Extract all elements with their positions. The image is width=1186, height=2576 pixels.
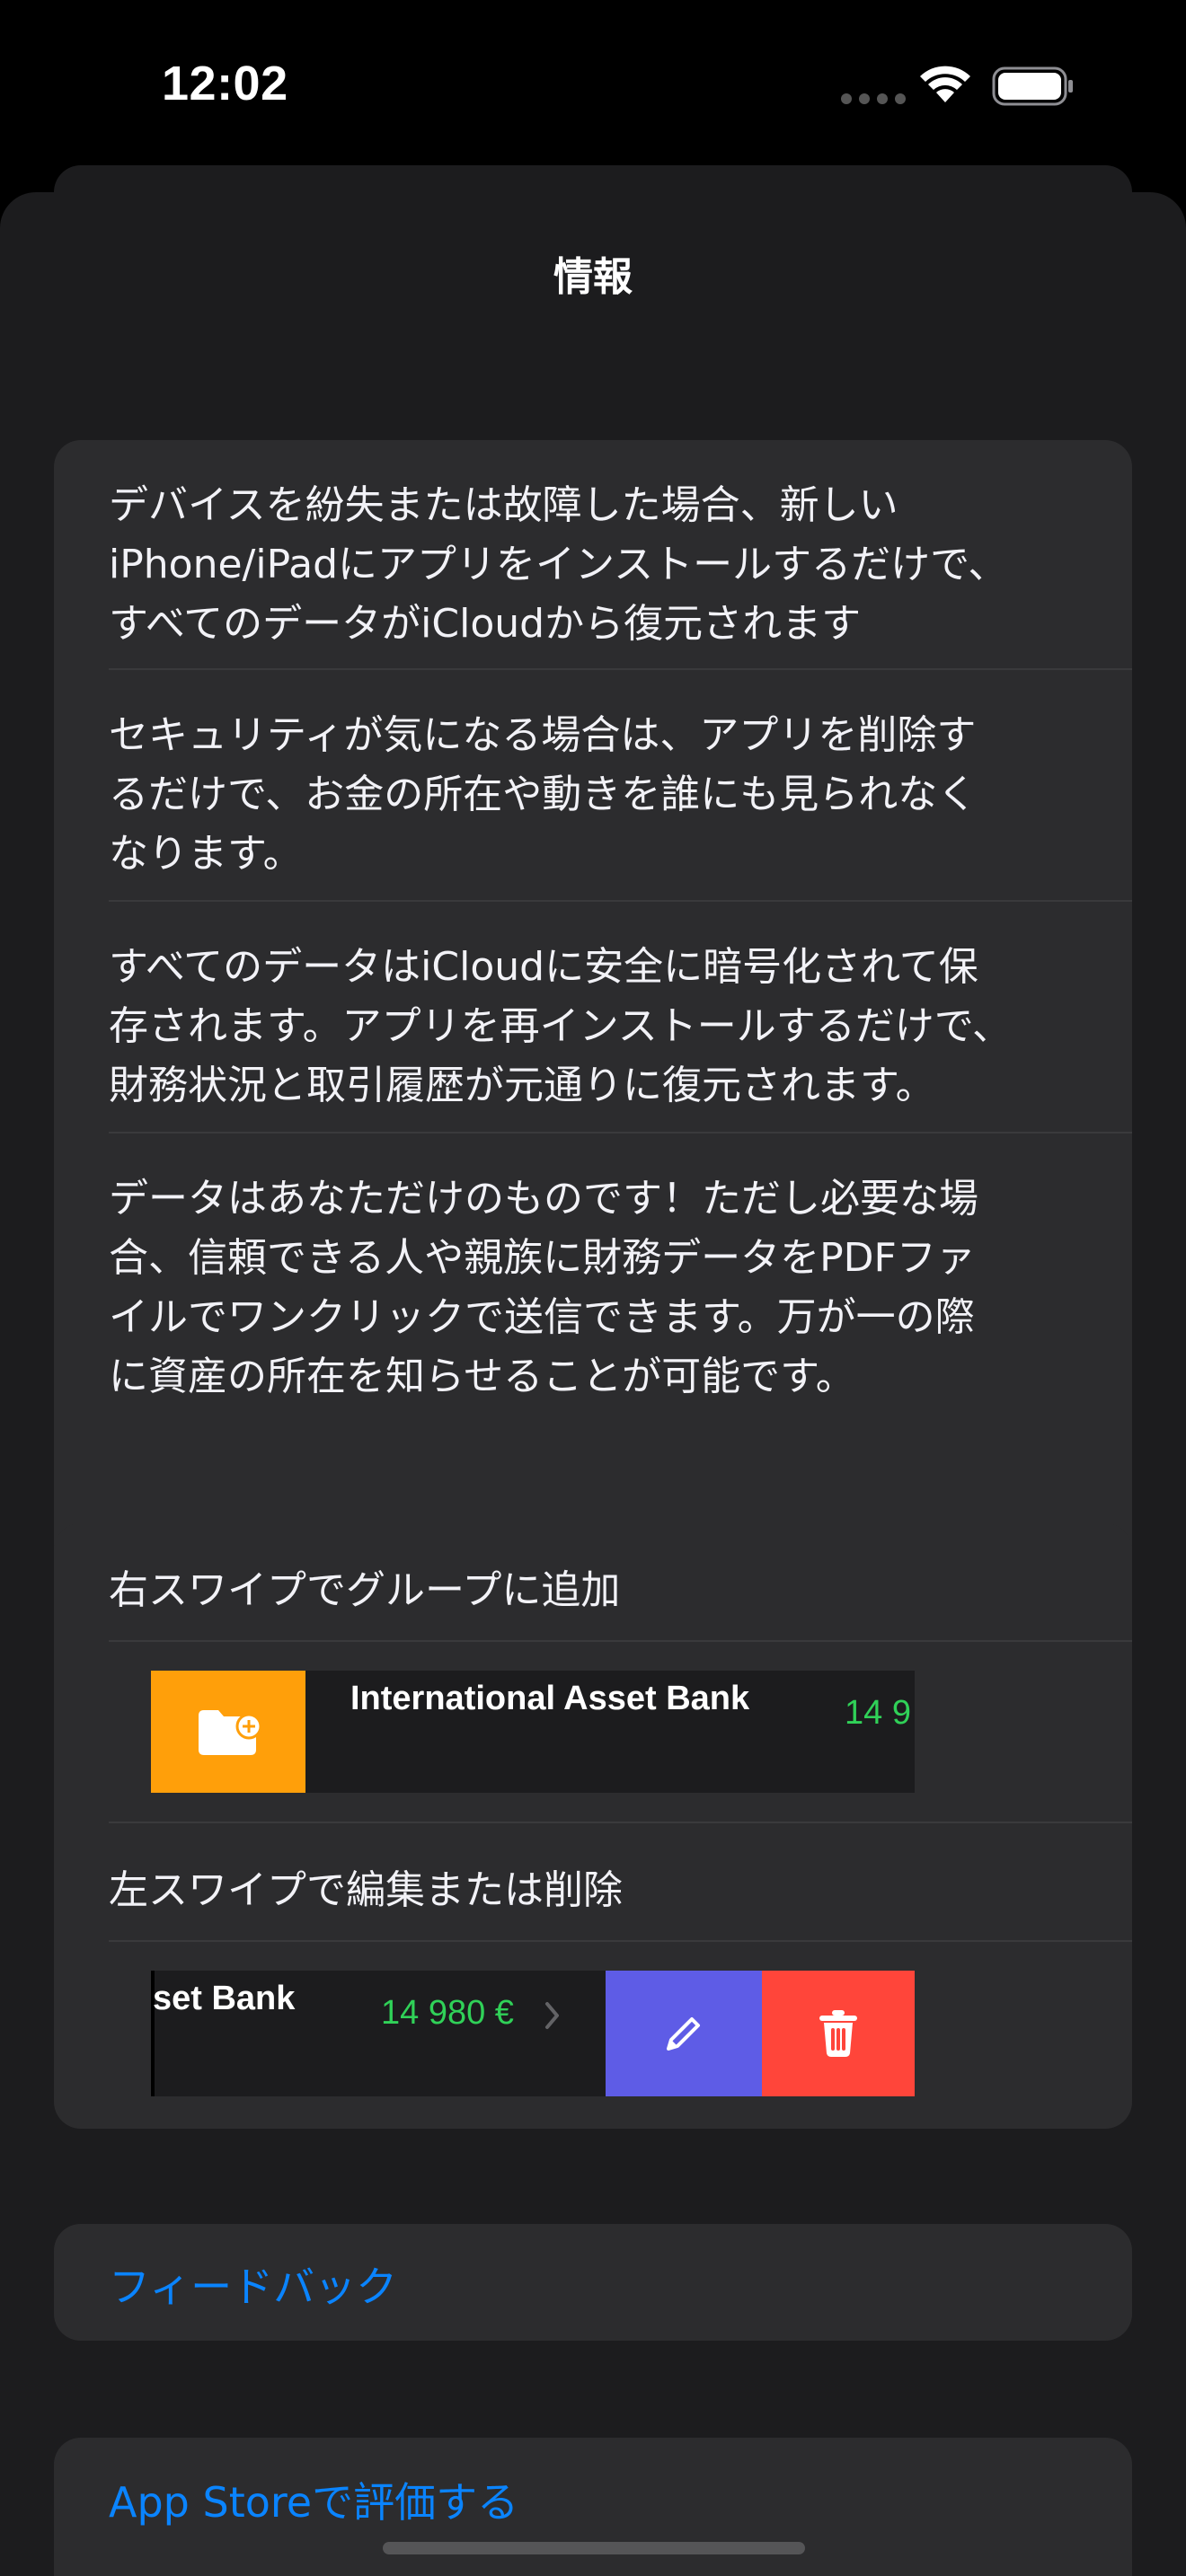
info-line: 合、信頼できる人や親族に財務データをPDFファ bbox=[109, 1235, 976, 1281]
info-line: セキュリティが気になる場合は、アプリを削除す bbox=[109, 712, 977, 758]
swipe-left-label: 左スワイプで編集または削除 bbox=[109, 1867, 623, 1913]
page-title: 情報 bbox=[553, 254, 633, 300]
divider bbox=[109, 900, 1132, 902]
trash-icon bbox=[819, 2010, 857, 2057]
divider bbox=[109, 1132, 1132, 1134]
account-amount: 14 980 € bbox=[381, 1994, 514, 2032]
bank-name: set Bank bbox=[153, 1980, 296, 2017]
battery-icon bbox=[992, 66, 1073, 106]
account-amount: 14 9 bbox=[845, 1694, 911, 1732]
info-item-security: セキュリティが気になる場合は、アプリを削除す るだけで、お金の所在や動きを誰にも… bbox=[109, 706, 1097, 884]
edit-action bbox=[606, 1971, 762, 2096]
delete-action bbox=[762, 1971, 915, 2096]
chevron-right-icon bbox=[545, 2002, 559, 2029]
info-line: データはあなただけのものです！ただし必要な場 bbox=[109, 1176, 978, 1222]
swipe-left-demo-row: set Bank 14 980 € bbox=[151, 1971, 915, 2096]
swipe-tutorial-card: 右スワイプでグループに追加 International Asset Bank 1… bbox=[54, 1523, 1132, 2129]
info-line: iPhone/iPadにアプリをインストールするだけで、 bbox=[109, 542, 1008, 587]
status-time: 12:02 bbox=[162, 57, 288, 110]
info-item-icloud: すべてのデータはiCloudに安全に暗号化されて保 存されます。アプリを再インス… bbox=[109, 938, 1097, 1116]
pencil-icon bbox=[667, 2017, 700, 2051]
home-indicator[interactable] bbox=[383, 2542, 805, 2554]
divider bbox=[109, 668, 1132, 670]
divider bbox=[109, 1822, 1132, 1823]
info-line: デバイスを紛失または故障した場合、新しい bbox=[109, 482, 898, 528]
divider bbox=[109, 1640, 1132, 1642]
add-to-group-action bbox=[151, 1671, 305, 1793]
info-line: すべてのデータがiCloudから復元されます bbox=[109, 601, 862, 647]
rate-app-store-button[interactable]: App Storeで評価する bbox=[54, 2438, 1132, 2576]
cellular-signal-icon bbox=[841, 93, 906, 104]
bank-name: International Asset Bank bbox=[350, 1680, 750, 1717]
swipe-right-label: 右スワイプでグループに追加 bbox=[109, 1567, 621, 1613]
feedback-button[interactable]: フィードバック bbox=[54, 2224, 1132, 2341]
swipe-right-demo-row: International Asset Bank 14 9 bbox=[151, 1671, 915, 1793]
info-line: すべてのデータはiCloudに安全に暗号化されて保 bbox=[109, 944, 978, 990]
info-item-restore: デバイスを紛失または故障した場合、新しい iPhone/iPadにアプリをインス… bbox=[109, 476, 1097, 654]
info-card: デバイスを紛失または故障した場合、新しい iPhone/iPadにアプリをインス… bbox=[54, 440, 1132, 1620]
info-line: 財務状況と取引履歴が元通りに復元されます。 bbox=[109, 1063, 935, 1108]
info-line: るだけで、お金の所在や動きを誰にも見られなく bbox=[109, 772, 978, 817]
wifi-icon bbox=[920, 66, 970, 102]
rate-label: App Storeで評価する bbox=[109, 2478, 519, 2527]
info-line: イルでワンクリックで送信できます。万が一の際 bbox=[109, 1294, 975, 1340]
info-line: なります。 bbox=[109, 831, 303, 877]
feedback-label: フィードバック bbox=[109, 2263, 398, 2311]
divider bbox=[109, 1940, 1132, 1942]
info-item-privacy: データはあなただけのものです！ただし必要な場 合、信頼できる人や親族に財務データ… bbox=[109, 1169, 1097, 1407]
info-line: 存されます。アプリを再インストールするだけで、 bbox=[109, 1003, 1012, 1049]
status-bar: 12:02 bbox=[0, 0, 1186, 171]
folder-add-icon bbox=[199, 1710, 261, 1755]
info-sheet: 情報 デバイスを紛失または故障した場合、新しい iPhone/iPadにアプリを… bbox=[0, 192, 1186, 2576]
info-line: に資産の所在を知らせることが可能です。 bbox=[109, 1354, 855, 1399]
